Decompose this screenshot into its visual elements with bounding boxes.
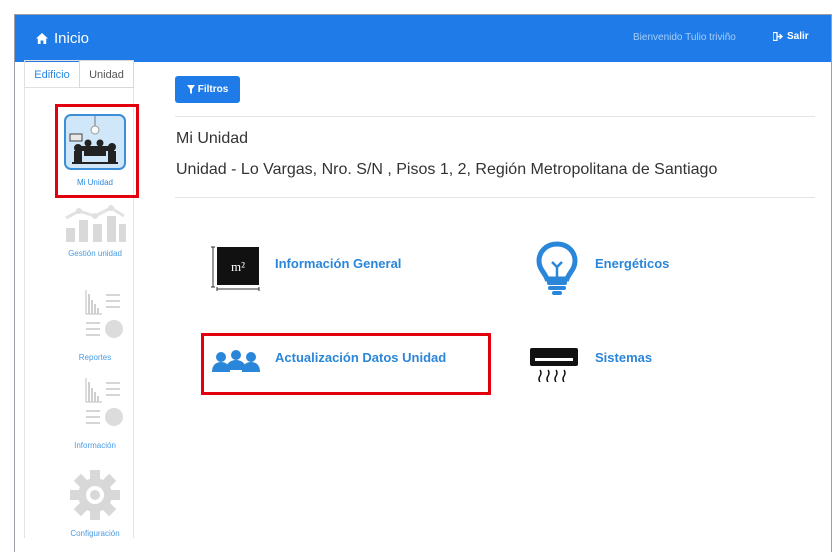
page-title: Mi Unidad: [176, 130, 249, 147]
sidebar-item-reportes[interactable]: Reportes: [40, 288, 150, 362]
unit-subtitle: Unidad - Lo Vargas, Nro. S/N , Pisos 1, …: [176, 161, 718, 178]
card-link-informacion-general[interactable]: Información General: [275, 256, 401, 271]
home-label: Inicio: [54, 30, 90, 47]
report-icon: [85, 290, 123, 338]
square-meter-icon[interactable]: m²: [211, 245, 261, 296]
card-link-sistemas[interactable]: Sistemas: [595, 350, 652, 365]
card-link-actualizacion-datos[interactable]: Actualización Datos Unidad: [275, 350, 446, 365]
air-conditioner-icon[interactable]: [530, 346, 578, 387]
sidebar-item-configuracion[interactable]: Configuración: [40, 468, 150, 538]
bar-chart-icon: [65, 205, 126, 242]
gear-icon: [70, 470, 120, 520]
m2-text: m²: [231, 259, 245, 274]
filter-button[interactable]: Filtros: [175, 76, 240, 103]
sidebar-item-mi-unidad[interactable]: Mi Unidad: [40, 178, 150, 187]
home-link[interactable]: Inicio: [35, 30, 89, 47]
logout-label: Salir: [787, 31, 809, 42]
tab-edificio[interactable]: Edificio: [24, 60, 79, 88]
logout-link[interactable]: Salir: [773, 31, 809, 42]
welcome-text: Bienvenido Tulio triviño: [633, 32, 736, 43]
sidebar-tabs: Edificio Unidad: [24, 60, 134, 88]
report-icon: [85, 378, 123, 426]
sidebar-item-label: Información: [74, 441, 116, 450]
tab-unidad[interactable]: Unidad: [79, 60, 134, 88]
sign-out-icon: [773, 32, 784, 41]
divider: [175, 116, 815, 117]
sidebar-item-label: Gestión unidad: [68, 249, 122, 258]
filter-icon: [186, 85, 195, 94]
home-icon: [36, 33, 48, 44]
sidebar-item-informacion[interactable]: Información: [40, 376, 150, 450]
sidebar-item-label: Reportes: [78, 353, 112, 362]
divider: [175, 197, 815, 198]
lightbulb-icon[interactable]: [535, 240, 579, 301]
users-icon[interactable]: [212, 350, 260, 379]
sidebar-item-gestion-unidad[interactable]: Gestión unidad: [40, 204, 150, 258]
card-link-energeticos[interactable]: Energéticos: [595, 256, 669, 271]
top-navbar: Inicio Bienvenido Tulio triviño Salir: [15, 15, 831, 62]
sidebar-item-label: Mi Unidad: [76, 178, 113, 187]
filter-label: Filtros: [197, 84, 229, 95]
sidebar-item-label: Configuración: [70, 529, 120, 538]
